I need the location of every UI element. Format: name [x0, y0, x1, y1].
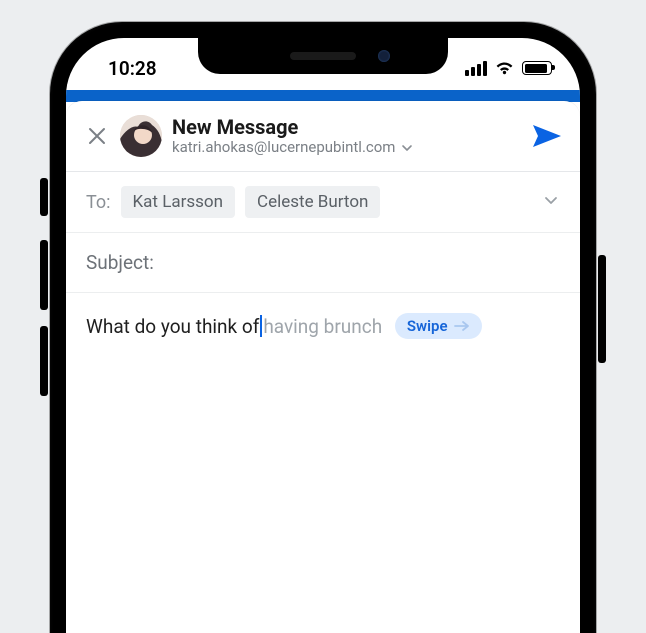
subject-label: Subject: [86, 251, 154, 274]
phone-frame: 10:28 [50, 22, 596, 633]
wifi-icon [494, 57, 515, 80]
from-email: katri.ahokas@lucernepubintl.com [172, 139, 395, 156]
phone-volume-down [40, 326, 48, 396]
chevron-down-icon [542, 191, 560, 209]
send-button[interactable] [532, 123, 562, 149]
phone-front-camera [378, 50, 390, 62]
text-cursor [260, 315, 262, 337]
swipe-hint-pill[interactable]: Swipe [395, 313, 482, 339]
body-suggestion-text: having brunch [263, 315, 382, 338]
phone-speaker [290, 52, 356, 60]
arrow-right-icon [454, 320, 470, 332]
battery-icon [522, 61, 552, 75]
recipient-chip[interactable]: Celeste Burton [245, 186, 380, 218]
recipient-chip[interactable]: Kat Larsson [121, 186, 236, 218]
close-icon [86, 125, 108, 147]
avatar[interactable] [120, 115, 162, 157]
phone-silent-switch [40, 178, 48, 216]
chevron-down-icon [401, 142, 413, 154]
from-account-picker[interactable]: katri.ahokas@lucernepubintl.com [172, 139, 413, 156]
cellular-signal-icon [465, 61, 487, 76]
body-typed-text: What do you think of [86, 315, 259, 338]
to-field-row[interactable]: To: Kat Larsson Celeste Burton [66, 172, 580, 233]
close-button[interactable] [80, 119, 114, 153]
expand-recipients-button[interactable] [542, 191, 560, 213]
swipe-hint-label: Swipe [407, 317, 448, 335]
compose-sheet: New Message katri.ahokas@lucernepubintl.… [66, 101, 580, 633]
compose-title: New Message [172, 116, 413, 139]
to-recipients: Kat Larsson Celeste Burton [121, 186, 543, 218]
status-time: 10:28 [94, 49, 157, 80]
phone-notch [198, 38, 448, 74]
compose-header: New Message katri.ahokas@lucernepubintl.… [66, 101, 580, 172]
message-body[interactable]: What do you think ofhaving brunch Swipe [66, 293, 580, 359]
to-label: To: [86, 192, 111, 213]
send-icon [532, 123, 562, 149]
phone-screen: 10:28 [66, 38, 580, 633]
phone-volume-up [40, 240, 48, 310]
phone-side-button [598, 255, 606, 363]
subject-field-row[interactable]: Subject: [66, 233, 580, 293]
